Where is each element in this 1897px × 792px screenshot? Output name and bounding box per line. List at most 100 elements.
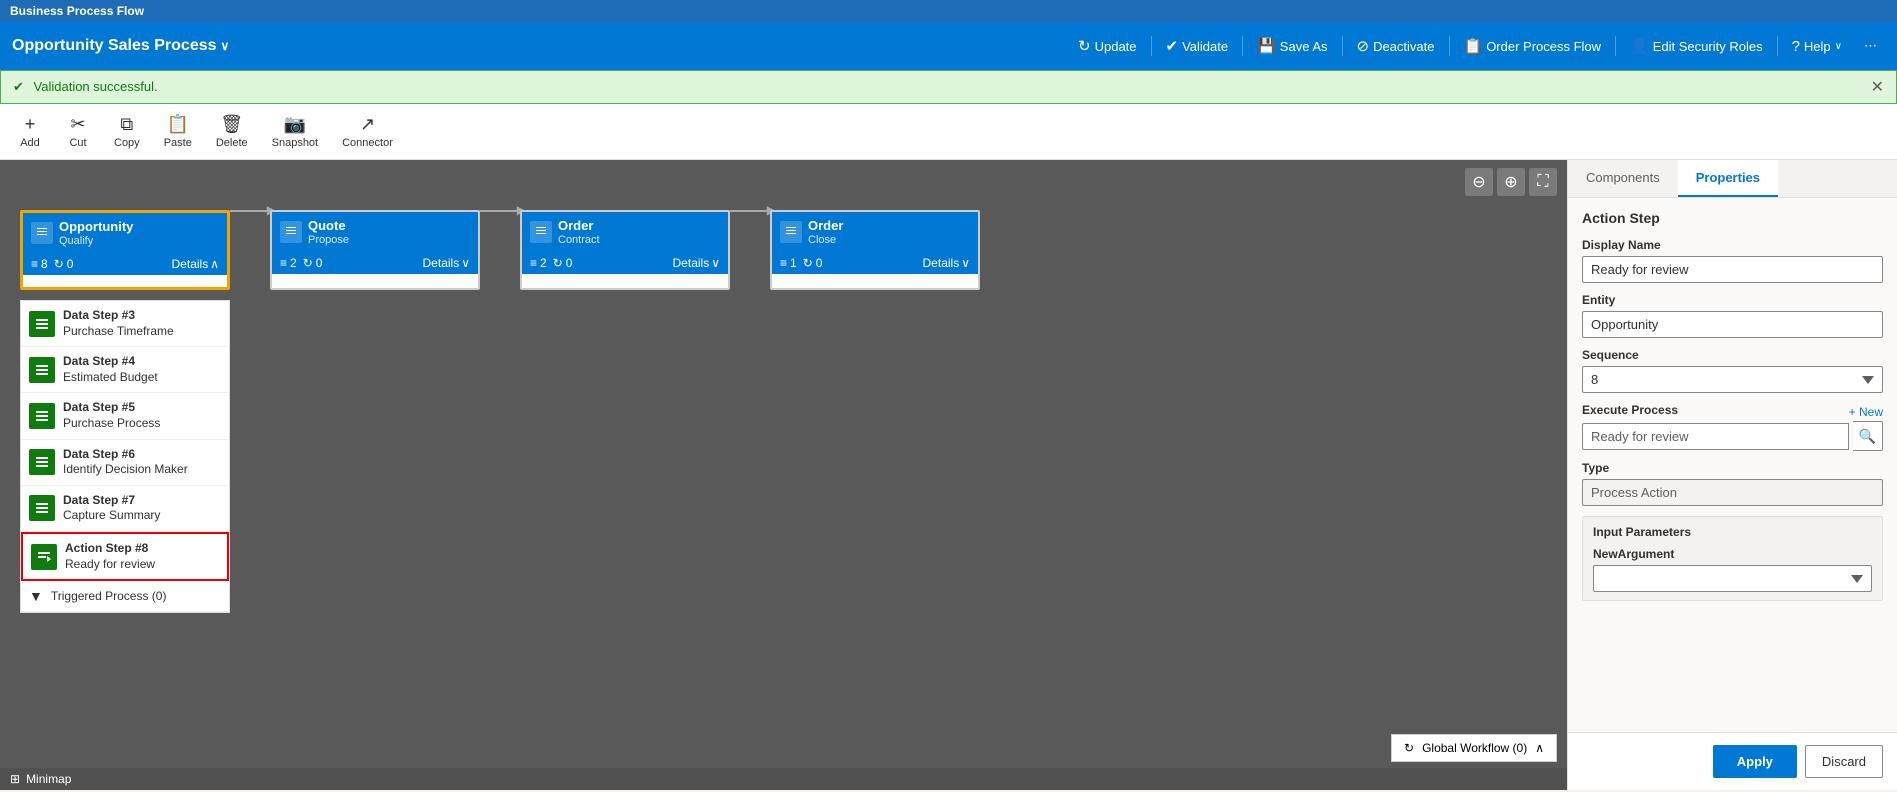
validate-button[interactable]: ✔ Validate	[1158, 31, 1237, 61]
canvas[interactable]: ⊖ ⊕ ⛶ Opportunity	[0, 160, 1567, 790]
node-order-flow: ↻0	[553, 256, 573, 270]
node-quote-details[interactable]: Details ∨	[423, 256, 470, 270]
execute-process-input[interactable]	[1582, 423, 1849, 450]
minimap-bar[interactable]: ⊞ Minimap	[0, 768, 1567, 790]
chevron-down-icon[interactable]: ∨	[221, 39, 230, 53]
node-quote-container: Quote Propose ≡2 ↻0 Details ∨	[270, 210, 480, 290]
step-8-text: Action Step #8 Ready for review	[65, 541, 155, 572]
fit-page-button[interactable]: ⛶	[1529, 168, 1557, 196]
divider-2	[1242, 36, 1243, 56]
line-1	[230, 210, 270, 212]
tab-components-label: Components	[1586, 170, 1660, 185]
sequence-select[interactable]: 8 1 2 3 4 5 6 7	[1582, 366, 1883, 393]
add-button[interactable]: + Add	[8, 110, 52, 153]
apply-button[interactable]: Apply	[1713, 745, 1797, 778]
node-close-steps: ≡1	[780, 256, 797, 270]
security-label: Edit Security Roles	[1653, 39, 1763, 54]
sequence-label: Sequence	[1582, 348, 1883, 362]
node-quote-title: Quote	[308, 218, 349, 234]
step-item-4[interactable]: Data Step #4 Estimated Budget	[21, 347, 229, 393]
fit-page-icon: ⛶	[1537, 173, 1548, 191]
more-button[interactable]: ⋯	[1856, 32, 1885, 60]
tab-properties[interactable]: Properties	[1678, 160, 1778, 197]
entity-input[interactable]	[1582, 311, 1883, 338]
connector-1	[230, 210, 270, 212]
security-button[interactable]: 👤 Edit Security Roles	[1622, 31, 1771, 61]
copy-label: Copy	[114, 137, 140, 149]
paste-button[interactable]: 📋 Paste	[154, 110, 202, 153]
step-3-text: Data Step #3 Purchase Timeframe	[63, 308, 174, 339]
step-item-5[interactable]: Data Step #5 Purchase Process	[21, 393, 229, 439]
execute-process-search-button[interactable]: 🔍	[1853, 421, 1883, 451]
flow-node-quote[interactable]: Quote Propose ≡2 ↻0 Details ∨	[270, 210, 480, 290]
title-bar-label: Business Process Flow	[10, 4, 144, 18]
flow-node-opportunity[interactable]: Opportunity Qualify ≡8 ↻0 Details ∧	[20, 210, 230, 290]
step-4-icon	[29, 357, 55, 383]
deactivate-icon: ⊘	[1357, 37, 1370, 55]
node-close-details[interactable]: Details ∨	[923, 256, 970, 270]
global-workflow-collapse-button[interactable]: ∧	[1535, 741, 1544, 755]
zoom-in-button[interactable]: ⊕	[1497, 168, 1525, 196]
node-quote-flow: ↻0	[303, 256, 323, 270]
step-item-6[interactable]: Data Step #6 Identify Decision Maker	[21, 440, 229, 486]
node-order-subtitle: Contract	[558, 234, 600, 246]
security-icon: 👤	[1630, 37, 1649, 55]
step-item-7[interactable]: Data Step #7 Capture Summary	[21, 486, 229, 532]
toolbar: + Add ✂ Cut ⧉ Copy 📋 Paste 🗑 Delete 📷 Sn…	[0, 104, 1897, 160]
help-button[interactable]: ? Help ∨	[1784, 32, 1850, 61]
flow-node-order[interactable]: Order Contract ≡2 ↻0 Details ∨	[520, 210, 730, 290]
order-process-icon: 📋	[1464, 37, 1483, 55]
validation-close-button[interactable]: ✕	[1871, 77, 1884, 97]
node-opportunity-steps: ≡8	[31, 257, 48, 271]
save-as-icon: 💾	[1257, 37, 1276, 55]
delete-button[interactable]: 🗑 Delete	[206, 110, 258, 153]
node-quote-steps: ≡2	[280, 256, 297, 270]
step-item-3[interactable]: Data Step #3 Purchase Timeframe	[21, 301, 229, 347]
zoom-out-button[interactable]: ⊖	[1465, 168, 1493, 196]
order-process-button[interactable]: 📋 Order Process Flow	[1456, 31, 1610, 61]
step-item-8[interactable]: Action Step #8 Ready for review	[21, 532, 229, 581]
node-opportunity-details[interactable]: Details ∧	[172, 257, 219, 271]
update-button[interactable]: ↻ Update	[1070, 31, 1145, 61]
display-name-input[interactable]	[1582, 256, 1883, 283]
panel-tabs: Components Properties	[1568, 160, 1897, 198]
node-close-icon	[780, 221, 802, 243]
execute-process-new-button[interactable]: + New	[1849, 405, 1883, 419]
node-order-details[interactable]: Details ∨	[673, 256, 720, 270]
node-quote-header: Quote Propose	[272, 212, 478, 252]
divider-6	[1777, 36, 1778, 56]
process-name: Opportunity Sales Process	[12, 37, 217, 55]
validation-message-area: ✔ Validation successful.	[13, 79, 158, 95]
discard-button[interactable]: Discard	[1805, 745, 1883, 778]
snapshot-icon: 📷	[284, 114, 306, 135]
panel-footer: Apply Discard	[1568, 732, 1897, 790]
save-as-button[interactable]: 💾 Save As	[1249, 31, 1335, 61]
triggered-process-row[interactable]: ▼ Triggered Process (0)	[21, 581, 229, 612]
flow-node-close[interactable]: Order Close ≡1 ↻0 Details ∨	[770, 210, 980, 290]
global-workflow-label: Global Workflow (0)	[1422, 741, 1527, 755]
step-7-text: Data Step #7 Capture Summary	[63, 493, 160, 524]
connector-2	[480, 210, 520, 212]
more-icon: ⋯	[1864, 38, 1877, 54]
type-label: Type	[1582, 461, 1883, 475]
connector-button[interactable]: ↗ Connector	[332, 110, 403, 153]
type-input[interactable]	[1582, 479, 1883, 506]
delete-icon: 🗑	[220, 114, 243, 135]
header: Opportunity Sales Process ∨ ↻ Update ✔ V…	[0, 22, 1897, 70]
tab-components[interactable]: Components	[1568, 160, 1678, 197]
process-name-area: Opportunity Sales Process ∨	[12, 37, 229, 55]
update-label: Update	[1095, 39, 1137, 54]
zoom-in-icon: ⊕	[1504, 172, 1517, 192]
deactivate-label: Deactivate	[1373, 39, 1434, 54]
search-icon: 🔍	[1859, 428, 1876, 445]
step-3-icon	[29, 311, 55, 337]
deactivate-button[interactable]: ⊘ Deactivate	[1349, 31, 1443, 61]
copy-button[interactable]: ⧉ Copy	[104, 110, 150, 153]
validation-bar: ✔ Validation successful. ✕	[0, 70, 1897, 104]
snapshot-button[interactable]: 📷 Snapshot	[262, 110, 328, 153]
save-as-label: Save As	[1280, 39, 1328, 54]
cut-button[interactable]: ✂ Cut	[56, 110, 100, 153]
new-argument-select[interactable]	[1593, 565, 1872, 592]
node-order-icon	[530, 221, 552, 243]
divider-1	[1151, 36, 1152, 56]
